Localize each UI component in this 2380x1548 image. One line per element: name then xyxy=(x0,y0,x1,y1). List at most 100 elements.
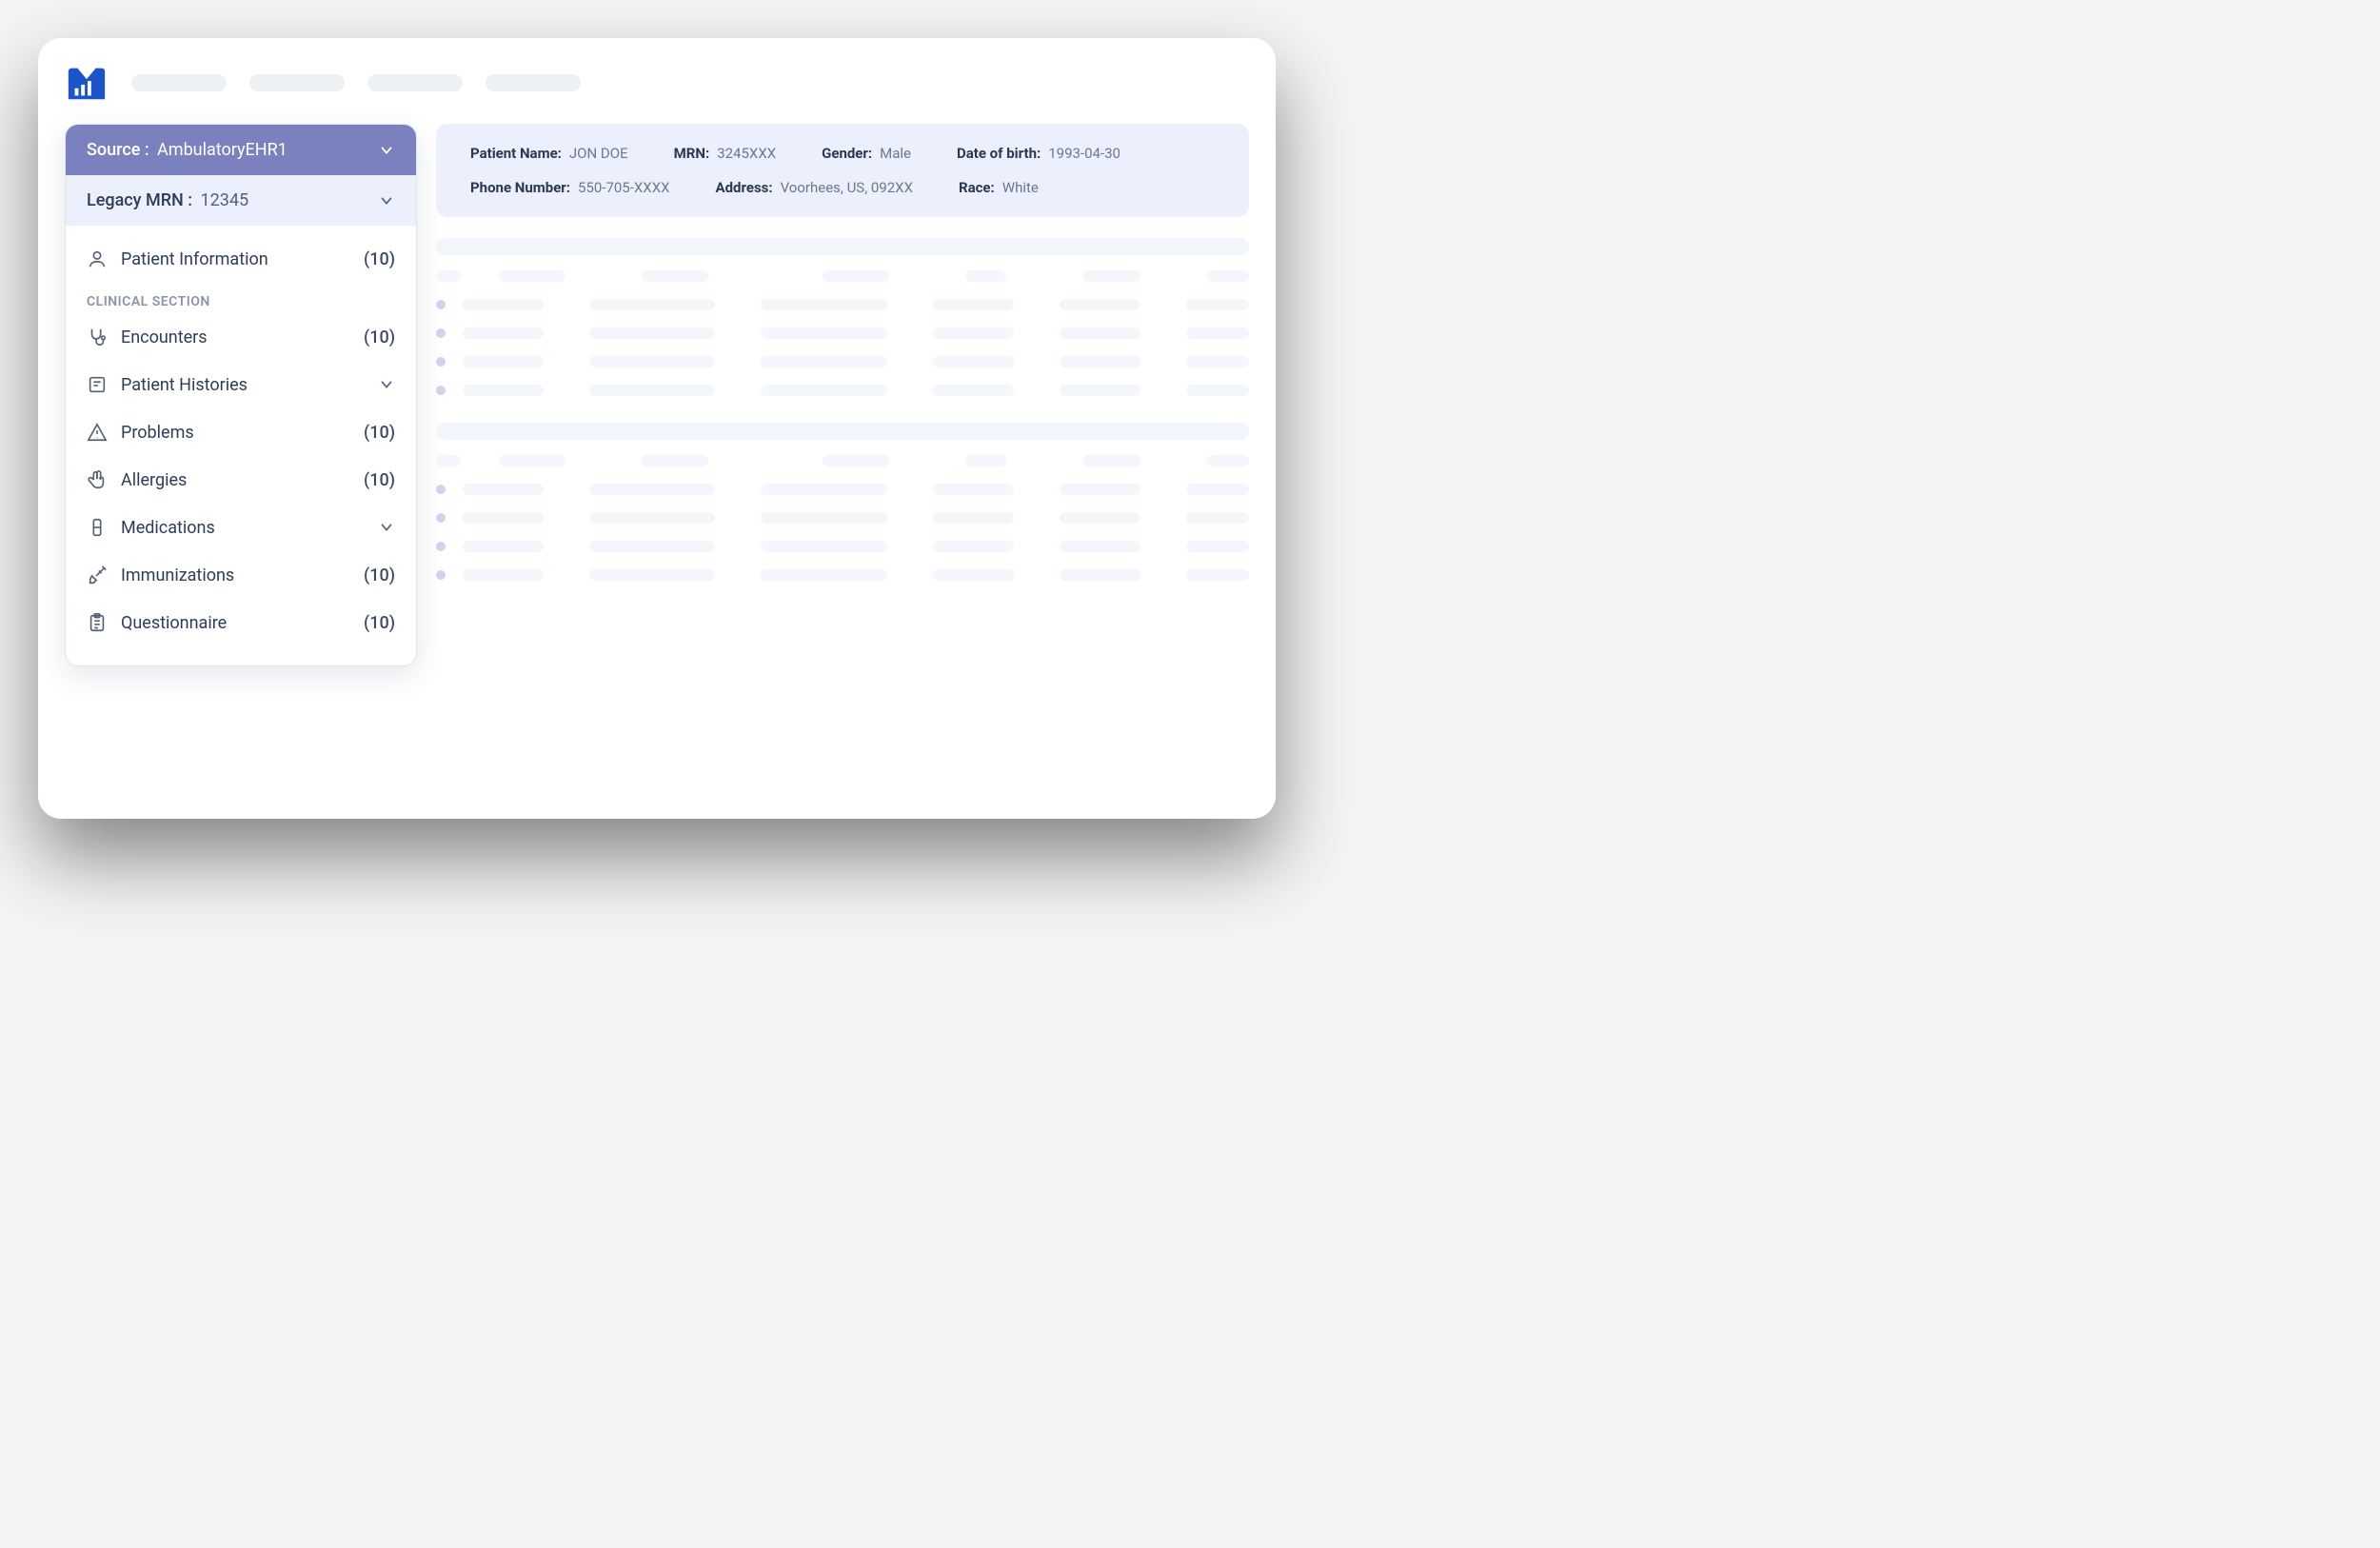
skeleton-pill xyxy=(761,541,886,552)
skeleton-pill xyxy=(1082,455,1140,466)
sidebar-item-encounters[interactable]: Encounters (10) xyxy=(66,313,416,361)
field-label: Date of birth: xyxy=(957,145,1041,162)
skeleton-pill xyxy=(589,356,715,367)
history-icon xyxy=(87,374,108,395)
skeleton-pill xyxy=(1060,327,1140,339)
sidebar: Source : AmbulatoryEHR1 Legacy MRN : 123… xyxy=(65,124,417,666)
skeleton-pill xyxy=(933,385,1014,396)
nav-count: (10) xyxy=(364,249,395,269)
nav-label: Patient Histories xyxy=(121,375,365,395)
skeleton-pill xyxy=(1186,569,1249,581)
skeleton-pill xyxy=(589,299,715,310)
skeleton-dot xyxy=(436,485,446,494)
skeleton-pill xyxy=(589,541,715,552)
field-value: 3245XXX xyxy=(717,145,776,162)
skeleton-pill xyxy=(463,299,544,310)
skeleton-pill xyxy=(761,484,886,495)
field-value: JON DOE xyxy=(569,145,628,162)
skeleton-pill xyxy=(823,455,889,466)
field-value: White xyxy=(1002,179,1039,196)
chevron-down-icon xyxy=(378,192,395,209)
sidebar-item-patient-histories[interactable]: Patient Histories xyxy=(66,361,416,408)
sidebar-item-allergies[interactable]: Allergies (10) xyxy=(66,456,416,504)
skeleton-row xyxy=(436,356,1249,367)
patient-name-field: Patient Name: JON DOE xyxy=(470,145,628,162)
skeleton-pill xyxy=(933,327,1014,339)
skeleton-pill xyxy=(589,512,715,524)
skeleton-pill xyxy=(589,484,715,495)
skeleton-pill xyxy=(463,385,544,396)
gender-field: Gender: Male xyxy=(822,145,911,162)
skeleton-pill xyxy=(1060,385,1140,396)
skeleton-pill xyxy=(1207,270,1249,282)
nav-count: (10) xyxy=(364,566,395,585)
field-value: Male xyxy=(880,145,911,162)
hand-icon xyxy=(87,469,108,490)
legacy-mrn-selector[interactable]: Legacy MRN : 12345 xyxy=(66,175,416,226)
syringe-icon xyxy=(87,565,108,585)
skeleton-pill xyxy=(761,356,886,367)
field-label: Gender: xyxy=(822,145,872,162)
skeleton-pill xyxy=(933,356,1014,367)
nav-list: Patient Information (10) CLINICAL SECTIO… xyxy=(66,226,416,665)
nav-label: Immunizations xyxy=(121,566,350,585)
skeleton-row xyxy=(436,385,1249,396)
skeleton-pill xyxy=(1186,356,1249,367)
skeleton-pill xyxy=(1060,299,1140,310)
skeleton-pill xyxy=(933,569,1014,581)
skeleton-pill xyxy=(761,327,886,339)
skeleton-pill xyxy=(933,541,1014,552)
sidebar-item-immunizations[interactable]: Immunizations (10) xyxy=(66,551,416,599)
app-logo xyxy=(65,61,109,105)
skeleton-pill xyxy=(436,270,461,282)
skeleton-pill xyxy=(1082,270,1140,282)
skeleton-pill xyxy=(761,512,886,524)
nav-label: Questionnaire xyxy=(121,613,350,633)
skeleton-block-1 xyxy=(436,238,1249,396)
skeleton-pill xyxy=(1060,541,1140,552)
skeleton-pill xyxy=(1186,299,1249,310)
skeleton-pill xyxy=(1186,385,1249,396)
source-label: Source : xyxy=(87,140,149,160)
skeleton-dot xyxy=(436,570,446,580)
skeleton-pill xyxy=(589,327,715,339)
field-value: Voorhees, US, 092XX xyxy=(781,179,913,196)
field-label: Address: xyxy=(716,179,773,196)
race-field: Race: White xyxy=(959,179,1039,196)
skeleton-pill xyxy=(499,455,565,466)
skeleton-pill xyxy=(1186,541,1249,552)
topbar xyxy=(38,38,1276,114)
skeleton-block-2 xyxy=(436,423,1249,581)
nav-label: Patient Information xyxy=(121,249,350,269)
skeleton-dot xyxy=(436,386,446,395)
field-label: Patient Name: xyxy=(470,145,562,162)
nav-label: Allergies xyxy=(121,470,350,490)
chevron-down-icon xyxy=(378,519,395,536)
mrn-field: MRN: 3245XXX xyxy=(674,145,777,162)
sidebar-item-medications[interactable]: Medications xyxy=(66,504,416,551)
warning-icon xyxy=(87,422,108,443)
skeleton-pill xyxy=(1060,512,1140,524)
skeleton-pill xyxy=(463,569,544,581)
nav-placeholder xyxy=(249,74,345,91)
field-label: Phone Number: xyxy=(470,179,570,196)
user-icon xyxy=(87,248,108,269)
sidebar-item-problems[interactable]: Problems (10) xyxy=(66,408,416,456)
source-value: AmbulatoryEHR1 xyxy=(157,140,288,160)
skeleton-pill xyxy=(499,270,565,282)
nav-count: (10) xyxy=(364,327,395,347)
skeleton-row xyxy=(436,327,1249,339)
skeleton-pill xyxy=(1207,455,1249,466)
nav-count: (10) xyxy=(364,470,395,490)
skeleton-bar xyxy=(436,423,1249,440)
skeleton-pill xyxy=(463,356,544,367)
nav-placeholder xyxy=(486,74,581,91)
skeleton-pill xyxy=(1060,484,1140,495)
nav-placeholder xyxy=(367,74,463,91)
source-selector[interactable]: Source : AmbulatoryEHR1 xyxy=(66,125,416,175)
sidebar-item-patient-information[interactable]: Patient Information (10) xyxy=(66,235,416,283)
skeleton-header-row xyxy=(436,455,1249,466)
sidebar-item-questionnaire[interactable]: Questionnaire (10) xyxy=(66,599,416,646)
skeleton-pill xyxy=(761,299,886,310)
skeleton-pill xyxy=(823,270,889,282)
